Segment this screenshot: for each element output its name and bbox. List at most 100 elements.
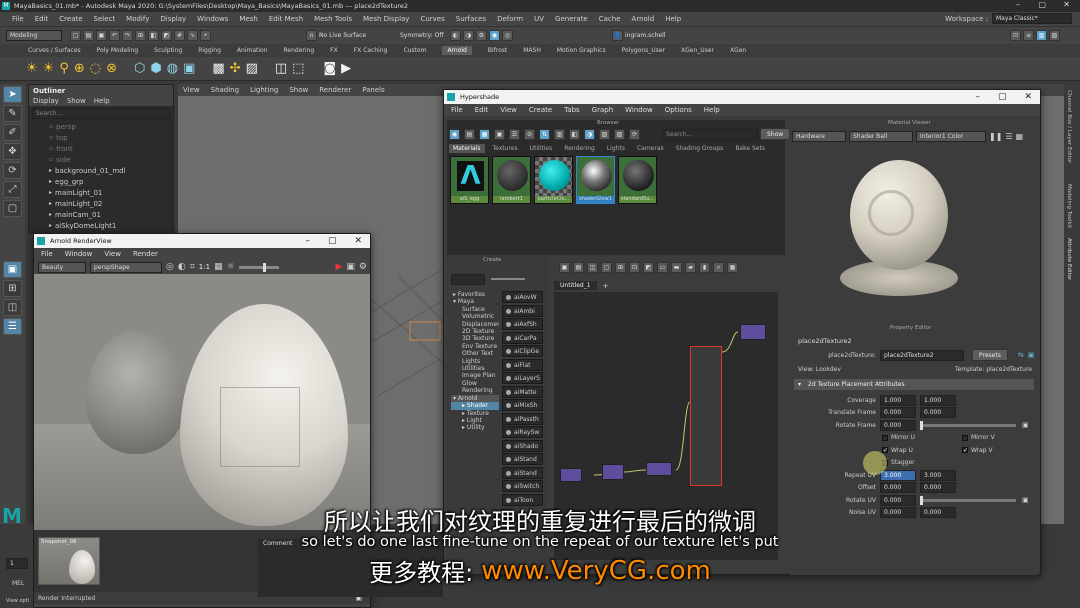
graph-select-icon[interactable]: ◩: [643, 262, 654, 273]
hypershade-menu-file[interactable]: File: [451, 106, 463, 114]
exposure-slider[interactable]: [238, 262, 279, 272]
outliner-item[interactable]: ▫ front: [29, 143, 173, 154]
menu-display[interactable]: Display: [160, 15, 186, 23]
graph-frame-icon[interactable]: ⊡: [629, 262, 640, 273]
outliner-item[interactable]: ▫ side: [29, 154, 173, 165]
browser-tab-bake-sets[interactable]: Bake Sets: [731, 144, 769, 153]
browser-tab-textures[interactable]: Textures: [489, 144, 522, 153]
create-node[interactable]: aiAmbi: [502, 304, 543, 317]
arnold-menu-window[interactable]: Window: [65, 250, 93, 258]
shelf-tab-sculpting[interactable]: Sculpting: [154, 47, 182, 54]
create-node[interactable]: aiMixSh: [502, 399, 543, 411]
create-tree-item[interactable]: ▸ Texture: [451, 410, 499, 417]
shelf-tab-animation[interactable]: Animation: [237, 47, 268, 54]
maximize-icon[interactable]: ▢: [328, 236, 337, 246]
menu-cache[interactable]: Cache: [599, 15, 621, 23]
create-tree-item[interactable]: Displacement: [451, 321, 499, 328]
render-icon[interactable]: ◐: [450, 30, 461, 41]
create-tree-item[interactable]: ▸ Light: [451, 417, 499, 424]
graph-node-file[interactable]: [602, 464, 624, 480]
outliner-item[interactable]: ▸ mainLight_01: [29, 187, 173, 198]
browser-tab-lights[interactable]: Lights: [603, 144, 629, 153]
light-portal-icon[interactable]: ⊗: [106, 61, 117, 76]
property-node-field[interactable]: place2dTexture2: [880, 349, 964, 361]
outliner-menu-show[interactable]: Show: [67, 97, 86, 105]
property-field-b[interactable]: 1.000: [920, 394, 956, 406]
shelf-tab-rendering[interactable]: Rendering: [284, 47, 315, 54]
expand-icon[interactable]: ▨: [599, 128, 610, 140]
color-icon[interactable]: ◧: [569, 128, 580, 140]
property-field-a[interactable]: 0.000: [880, 482, 916, 494]
channel-box-icon[interactable]: ▥: [1036, 30, 1047, 41]
exposure-icon[interactable]: ☼: [227, 262, 235, 272]
refresh-icon[interactable]: ⟳: [629, 128, 640, 140]
crop-icon[interactable]: ⌗: [190, 262, 195, 272]
browse-icon[interactable]: ▥: [554, 128, 565, 140]
hypershade-menu-help[interactable]: Help: [704, 106, 720, 114]
rotate-tool-icon[interactable]: ⟳: [3, 162, 22, 179]
graph-io-icon[interactable]: ◫: [587, 262, 598, 273]
create-node[interactable]: aiSwitch: [502, 480, 543, 492]
property-field-b[interactable]: 0.000: [920, 407, 956, 419]
modeling-toolkit-tab[interactable]: Modeling Toolkit: [1066, 184, 1072, 228]
browser-search[interactable]: Search...: [662, 128, 758, 140]
hypershade-menu-create[interactable]: Create: [529, 106, 552, 114]
shelf-tab-fx[interactable]: FX: [330, 47, 338, 54]
outliner-item[interactable]: ▸ aiSkyDomeLight1: [29, 220, 173, 231]
outliner-item[interactable]: ▸ mainLight_02: [29, 198, 173, 209]
browser-tab-rendering[interactable]: Rendering: [560, 144, 599, 153]
outliner-menu-help[interactable]: Help: [94, 97, 110, 105]
render-settings-icon[interactable]: ⚙: [476, 30, 487, 41]
display-settings-icon[interactable]: ▦: [214, 262, 223, 272]
mode-select[interactable]: Modeling: [6, 30, 62, 41]
menu-help[interactable]: Help: [665, 15, 681, 23]
shelf-tab-rigging[interactable]: Rigging: [198, 47, 221, 54]
create-tree-item[interactable]: Surface: [451, 306, 499, 313]
graph-node-shader[interactable]: [690, 346, 722, 486]
menu-arnold[interactable]: Arnold: [632, 15, 655, 23]
checkbox-right[interactable]: ✓ Wrap V: [962, 447, 993, 454]
playblast-icon[interactable]: ▶: [341, 61, 351, 76]
mv-settings-icon[interactable]: ☰: [1005, 132, 1012, 141]
user-account[interactable]: 👤 ingram.schell: [612, 30, 665, 41]
viewport-menu-view[interactable]: View: [183, 86, 200, 94]
create-slider[interactable]: [491, 278, 525, 280]
outliner-menu-display[interactable]: Display: [33, 97, 59, 105]
modeling-toolkit-icon[interactable]: ⊡: [1010, 30, 1021, 41]
mv-grid-icon[interactable]: ▦: [1016, 132, 1024, 141]
create-tree-item[interactable]: ▸ Utility: [451, 424, 499, 431]
mv-env-select[interactable]: Interior1 Color: [916, 131, 986, 142]
outliner-item[interactable]: ▸ mainCam_01: [29, 209, 173, 220]
create-tree-item[interactable]: 2D Texture: [451, 328, 499, 335]
shelf-tab-arnold[interactable]: Arnold: [442, 46, 472, 55]
sort-icon[interactable]: ⇅: [539, 128, 550, 140]
graph-tab-untitled[interactable]: Untitled_1: [554, 281, 597, 290]
hypershade-menu-window[interactable]: Window: [625, 106, 653, 114]
graph-rearrange-icon[interactable]: ⊞: [615, 262, 626, 273]
camera-select[interactable]: perspShape: [90, 261, 162, 273]
view-icon[interactable]: ▦: [479, 128, 490, 140]
create-tree-item[interactable]: Lights: [451, 358, 499, 365]
shader-ball-preview[interactable]: [840, 160, 958, 298]
material-swatch[interactable]: shaderGlow1: [576, 156, 615, 204]
swatch-icon[interactable]: ▣: [494, 128, 505, 140]
menu-file[interactable]: File: [12, 15, 24, 23]
create-tree-item[interactable]: Glow: [451, 380, 499, 387]
graph-search-icon[interactable]: ⌕: [713, 262, 724, 273]
curve-collector-icon[interactable]: ◍: [167, 61, 178, 76]
promo-url[interactable]: www.VeryCG.com: [481, 556, 711, 586]
render-swatch-icon[interactable]: ◑: [584, 128, 595, 140]
create-node[interactable]: aiLayerS: [502, 372, 543, 384]
section-header[interactable]: ▾ 2d Texture Placement Attributes: [794, 379, 1034, 390]
outliner-item[interactable]: ▫ persp: [29, 121, 173, 132]
render-view-icon[interactable]: ◙: [323, 61, 336, 76]
close-icon[interactable]: ✕: [1024, 92, 1032, 102]
flush-cache-icon[interactable]: ✣: [230, 61, 241, 76]
viewport-menu-renderer[interactable]: Renderer: [319, 86, 351, 94]
hypershade-menu-options[interactable]: Options: [665, 106, 692, 114]
menu-modify[interactable]: Modify: [126, 15, 149, 23]
save-scene-icon[interactable]: ▣: [96, 30, 107, 41]
aov-select[interactable]: Beauty: [38, 261, 86, 273]
create-node[interactable]: aiAovW: [502, 291, 543, 303]
outliner-layout-icon[interactable]: ☰: [3, 318, 22, 335]
